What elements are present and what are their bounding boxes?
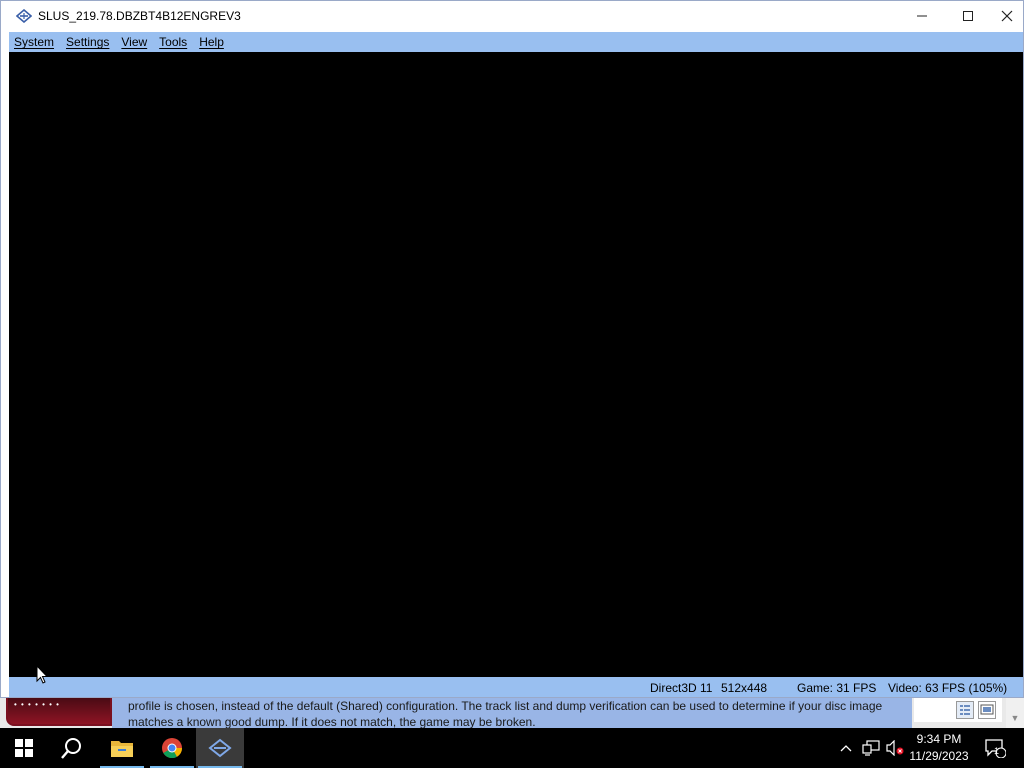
game-display[interactable] (9, 52, 1023, 677)
taskbar-pcsx2[interactable] (196, 728, 244, 768)
action-center-button[interactable]: 1 (980, 728, 1010, 768)
description-line: matches a known good dump. If it does no… (128, 715, 536, 728)
clock-time: 9:34 PM (916, 732, 962, 746)
game-description-text: profile is chosen, instead of the defaul… (112, 696, 912, 728)
view-mode-buttons (914, 698, 1002, 722)
start-button[interactable] (0, 728, 48, 768)
show-hidden-icons-button[interactable] (836, 728, 856, 768)
mouse-cursor-icon (36, 665, 48, 684)
network-icon (862, 740, 880, 756)
status-resolution: 512x448 (721, 681, 768, 695)
menu-system[interactable]: System (9, 35, 59, 49)
pcsx2-icon (208, 738, 232, 758)
file-explorer-icon (111, 741, 133, 757)
pcsx2-icon (15, 8, 33, 24)
taskbar-chrome[interactable] (148, 728, 196, 768)
list-view-icon[interactable] (956, 701, 974, 719)
menu-help[interactable]: Help (194, 35, 229, 49)
menu-bar: System Settings View Tools Help (9, 32, 1023, 52)
search-button[interactable] (48, 728, 96, 768)
game-cover-thumbnail[interactable]: • • • • • • • (6, 696, 112, 726)
description-line: profile is chosen, instead of the defaul… (128, 699, 883, 713)
menu-tools[interactable]: Tools (154, 35, 192, 49)
close-button[interactable] (991, 1, 1023, 31)
background-game-list-panel: • • • • • • • profile is chosen, instead… (0, 696, 1024, 728)
status-video-fps: Video: 63 FPS (105%) (888, 681, 1008, 695)
scrollbar-down-arrow[interactable]: ▼ (1006, 696, 1024, 728)
minimize-icon (917, 15, 927, 17)
status-game-fps: Game: 31 FPS (797, 681, 877, 695)
start-icon (15, 739, 33, 757)
grid-view-icon[interactable] (978, 701, 996, 719)
clock-date: 11/29/2023 (909, 749, 969, 763)
menu-view[interactable]: View (116, 35, 152, 49)
thumbnail-text: • • • • • • • (14, 700, 60, 709)
network-button[interactable] (860, 728, 882, 768)
notification-count: 1 (994, 746, 1000, 756)
menu-settings[interactable]: Settings (61, 35, 114, 49)
system-clock[interactable]: 9:34 PM 11/29/2023 (902, 731, 976, 765)
chrome-icon (162, 738, 183, 759)
window-title: SLUS_219.78.DBZBT4B12ENGREV3 (38, 9, 241, 23)
status-bar: Direct3D 11 512x448 Game: 31 FPS Video: … (9, 677, 1023, 697)
minimize-button[interactable] (899, 1, 945, 31)
maximize-button[interactable] (945, 1, 991, 31)
emulator-window: SLUS_219.78.DBZBT4B12ENGREV3 System Sett… (0, 0, 1024, 698)
maximize-icon (963, 11, 973, 21)
status-renderer: Direct3D 11 (650, 681, 713, 695)
search-icon (61, 738, 81, 759)
taskbar-file-explorer[interactable] (98, 728, 146, 768)
title-bar[interactable]: SLUS_219.78.DBZBT4B12ENGREV3 (1, 1, 1023, 31)
close-icon (1001, 10, 1013, 22)
taskbar: 9:34 PM 11/29/2023 1 (0, 728, 1024, 768)
chevron-up-icon (840, 745, 852, 752)
